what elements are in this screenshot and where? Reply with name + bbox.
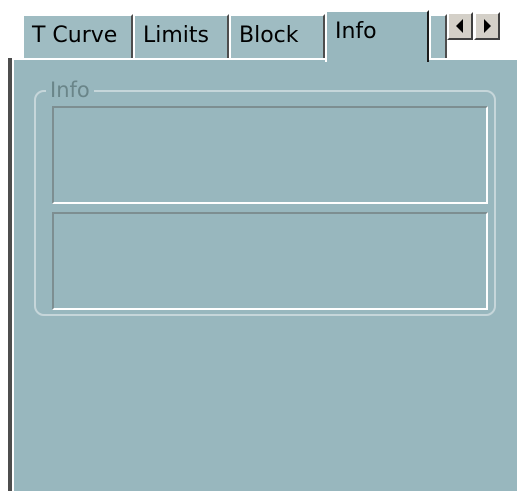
tab-t-curve-label: T Curve: [32, 23, 118, 48]
arrow-left-icon: [456, 19, 463, 33]
tab-info[interactable]: Info: [325, 10, 429, 62]
scroll-left-button[interactable]: [447, 12, 473, 40]
tab-hidden-next[interactable]: [429, 14, 447, 58]
arrow-right-icon: [484, 19, 491, 33]
info-tab-panel: Info: [12, 58, 517, 491]
tab-t-curve[interactable]: T Curve: [22, 14, 133, 58]
tab-block[interactable]: Block: [229, 14, 325, 58]
info-text-box-1: [52, 106, 488, 204]
scroll-right-button[interactable]: [474, 12, 500, 40]
info-groupbox: Info: [34, 78, 496, 316]
info-group-label: Info: [46, 78, 94, 102]
tab-limits-label: Limits: [143, 23, 209, 48]
tab-block-label: Block: [239, 23, 299, 48]
tab-info-label: Info: [335, 19, 377, 44]
info-text-box-2: [52, 212, 488, 310]
tab-control-window: T Curve Limits Block Info Info: [0, 0, 517, 491]
tab-limits[interactable]: Limits: [133, 14, 229, 58]
